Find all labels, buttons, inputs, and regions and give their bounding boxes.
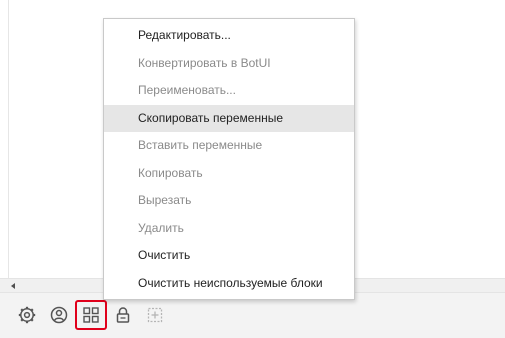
menu-item-rename[interactable]: Переименовать... — [104, 77, 354, 105]
lock-button[interactable] — [110, 302, 136, 328]
settings-button[interactable] — [14, 302, 40, 328]
menu-item-convert-botui[interactable]: Конвертировать в BotUI — [104, 50, 354, 78]
lock-icon — [116, 307, 130, 323]
user-circle-icon — [50, 306, 68, 324]
menu-item-clear-unused-blocks[interactable]: Очистить неиспользуемые блоки — [104, 270, 354, 298]
menu-item-edit[interactable]: Редактировать... — [104, 22, 354, 50]
scroll-left-arrow-icon[interactable] — [11, 283, 15, 289]
gear-icon — [18, 306, 36, 324]
add-block-button[interactable] — [142, 302, 168, 328]
left-divider — [8, 0, 9, 278]
menu-item-delete[interactable]: Удалить — [104, 215, 354, 243]
menu-item-copy-variables[interactable]: Скопировать переменные — [104, 104, 354, 132]
user-button[interactable] — [46, 302, 72, 328]
menu-item-clear[interactable]: Очистить — [104, 242, 354, 270]
menu-item-paste-variables[interactable]: Вставить переменные — [104, 132, 354, 160]
context-menu: Редактировать... Конвертировать в BotUI … — [103, 18, 355, 300]
menu-item-cut[interactable]: Вырезать — [104, 187, 354, 215]
add-block-icon — [147, 307, 163, 323]
menu-item-copy[interactable]: Копировать — [104, 160, 354, 188]
blocks-grid-button[interactable] — [75, 300, 107, 330]
grid-icon — [83, 307, 99, 323]
